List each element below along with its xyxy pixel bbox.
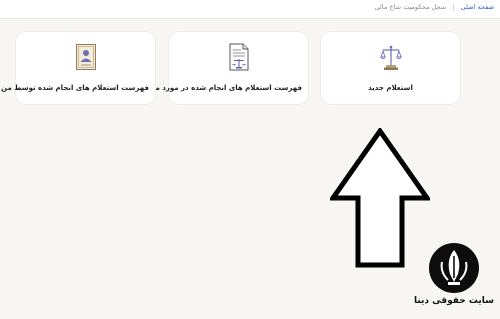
new-inquiry-label: استعلام جدید [368,84,413,92]
scales-icon [379,45,402,70]
watermark-text: سایت حقوقی دینا [413,296,495,306]
inquiries-about-me-card[interactable]: فهرست استعلام های انجام شده در مورد من [149,32,308,104]
person-certificate-icon [75,44,96,70]
inquiries-about-me-label: فهرست استعلام های انجام شده در مورد من [149,84,302,92]
breadcrumb-home-link[interactable]: صفحه اصلی [461,3,494,11]
watermark-logo [429,243,479,293]
document-scales-icon [229,43,248,71]
inquiries-by-me-label: فهرست استعلام های انجام شده توسط من [1,84,149,92]
breadcrumb-separator: | [452,3,455,11]
up-arrow-annotation [330,128,430,268]
new-inquiry-card[interactable]: استعلام جدید [321,32,460,104]
breadcrumb-current: سجل محکومیت شاخ مالی [374,3,447,11]
inquiries-by-me-card[interactable]: فهرست استعلام های انجام شده توسط من [1,32,155,104]
breadcrumb: صفحه اصلی | سجل محکومیت شاخ مالی [374,3,494,11]
top-bar: صفحه اصلی | سجل محکومیت شاخ مالی [0,0,500,19]
